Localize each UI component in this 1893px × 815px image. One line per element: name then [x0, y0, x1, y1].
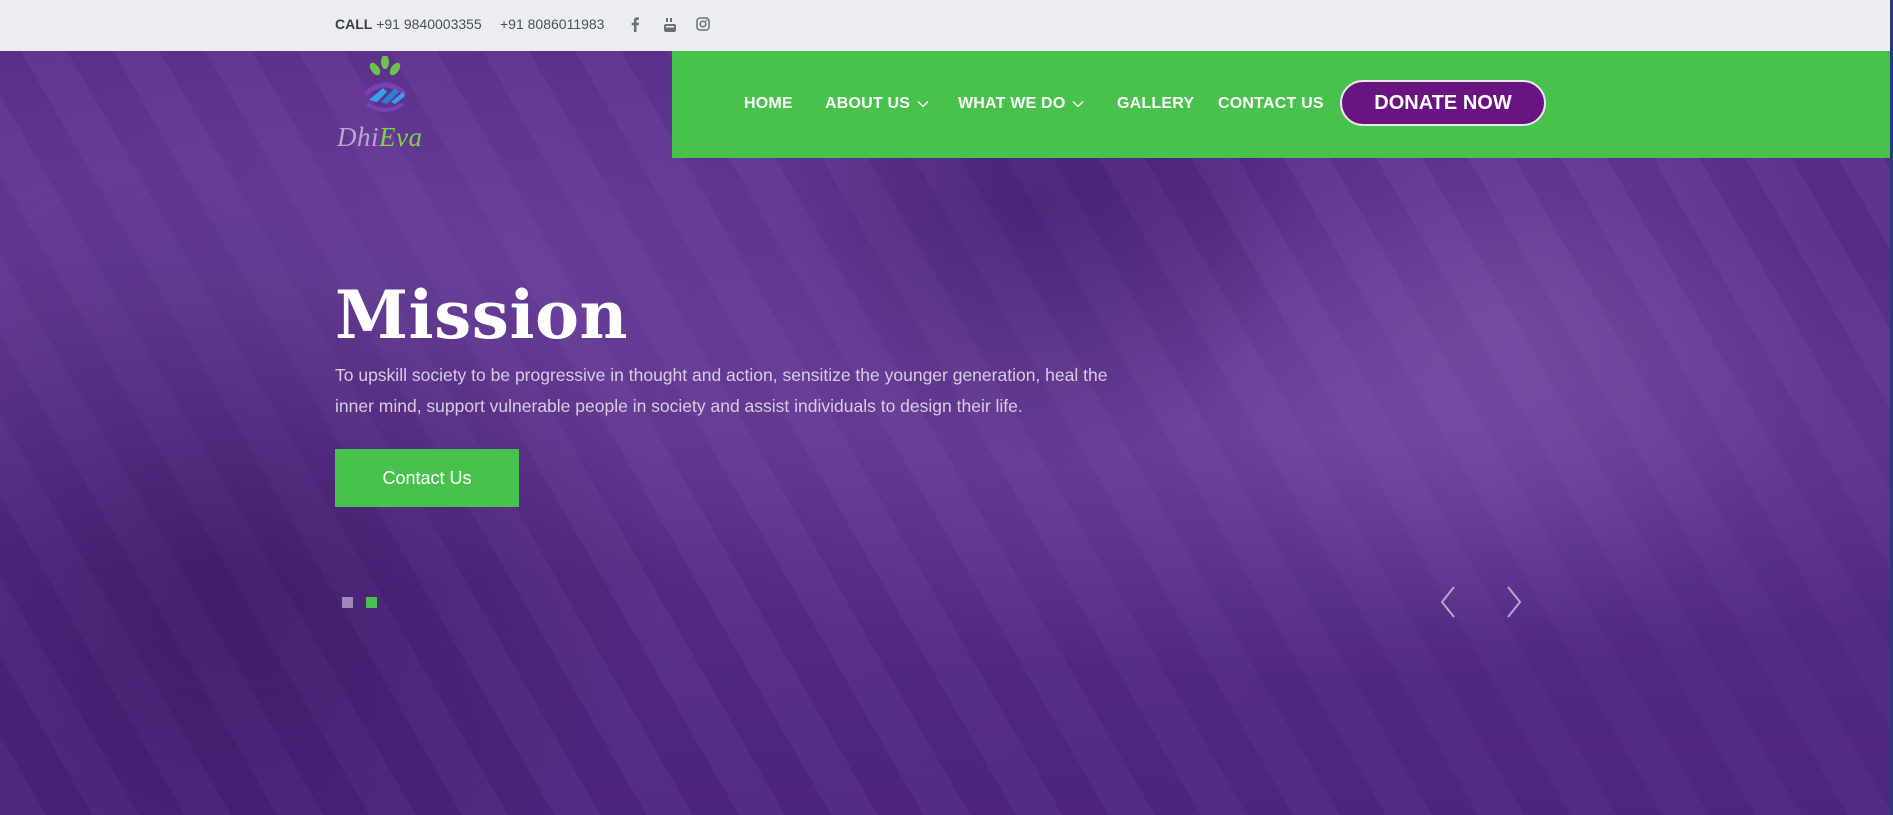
donate-now-button[interactable]: DONATE NOW — [1340, 80, 1546, 126]
nav-what-we-do-label: WHAT WE DO — [958, 95, 1066, 112]
main-navigation: HOME ABOUT US WHAT WE DO GALLERY CONTACT… — [672, 51, 1890, 158]
site-logo[interactable]: DhiEva — [335, 56, 435, 156]
nav-home-label: HOME — [744, 95, 793, 112]
nav-contact-us-label: CONTACT US — [1218, 95, 1324, 112]
nav-home[interactable]: HOME — [744, 95, 793, 113]
call-label: CALL — [335, 16, 373, 32]
nav-about-us-label: ABOUT US — [825, 95, 911, 112]
nav-what-we-do[interactable]: WHAT WE DO — [958, 95, 1084, 113]
slider-prev-arrow-icon[interactable] — [1436, 584, 1460, 620]
youtube-icon[interactable] — [663, 18, 677, 32]
logo-word-eva: Eva — [379, 122, 423, 152]
top-contact-bar: CALL +91 9840003355 +91 8086011983 — [0, 0, 1893, 52]
phone-primary[interactable]: +91 9840003355 — [376, 16, 482, 32]
nav-about-us[interactable]: ABOUT US — [825, 95, 929, 113]
facebook-icon[interactable] — [630, 17, 640, 32]
slider-next-arrow-icon[interactable] — [1502, 584, 1526, 620]
call-info: CALL +91 9840003355 — [335, 16, 482, 32]
chevron-down-icon — [917, 101, 929, 108]
hero-slider-background — [0, 51, 1890, 815]
chevron-down-icon — [1073, 101, 1084, 108]
hero-title: Mission — [335, 276, 629, 354]
logo-word-dhi: Dhi — [337, 122, 379, 152]
nav-contact-us[interactable]: CONTACT US — [1218, 95, 1324, 113]
phone-secondary[interactable]: +91 8086011983 — [500, 16, 604, 32]
slider-dot-1[interactable] — [342, 597, 353, 608]
logo-wordmark: DhiEva — [337, 122, 422, 153]
nav-gallery-label: GALLERY — [1117, 95, 1195, 112]
slider-dot-2-active[interactable] — [366, 597, 377, 608]
nav-gallery[interactable]: GALLERY — [1117, 95, 1194, 113]
hero-description: To upskill society to be progressive in … — [335, 365, 1108, 416]
instagram-icon[interactable] — [696, 17, 710, 31]
contact-us-button[interactable]: Contact Us — [335, 449, 519, 507]
logo-mark-icon — [363, 56, 407, 112]
